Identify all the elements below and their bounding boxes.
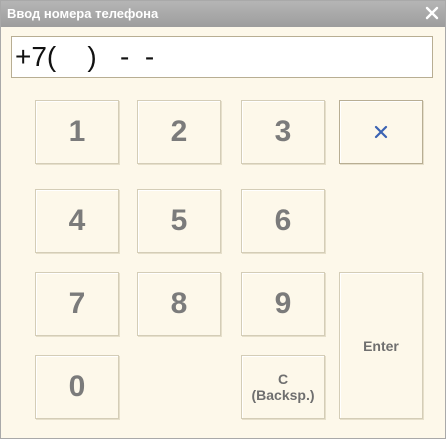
key-7-label: 7 [68, 287, 86, 320]
key-8-button[interactable]: 8 [137, 272, 221, 336]
enter-label: Enter [363, 337, 399, 354]
key-0-button[interactable]: 0 [35, 355, 119, 419]
phone-number-field[interactable]: +7( ) - - [11, 36, 433, 78]
backspace-label-line2: (Backsp.) [251, 387, 315, 403]
key-2-button[interactable]: 2 [137, 100, 221, 164]
title-bar: Ввод номера телефона [1, 1, 445, 27]
key-6-button[interactable]: 6 [241, 189, 325, 253]
key-4-label: 4 [68, 204, 86, 237]
key-8-label: 8 [170, 287, 188, 320]
phone-input-dialog: Ввод номера телефона +7( ) - - 1 2 3 4 5… [0, 0, 446, 439]
backspace-label-line1: C [277, 371, 289, 387]
close-icon [425, 6, 439, 20]
key-5-button[interactable]: 5 [137, 189, 221, 253]
key-2-label: 2 [170, 115, 188, 148]
clear-x-icon [374, 125, 388, 139]
key-0-label: 0 [68, 370, 86, 403]
key-7-button[interactable]: 7 [35, 272, 119, 336]
key-1-button[interactable]: 1 [35, 100, 119, 164]
window-title: Ввод номера телефона [7, 6, 159, 21]
key-9-button[interactable]: 9 [241, 272, 325, 336]
key-3-button[interactable]: 3 [241, 100, 325, 164]
close-button[interactable] [423, 4, 441, 22]
key-1-label: 1 [68, 115, 86, 148]
clear-button[interactable] [339, 100, 423, 164]
key-5-label: 5 [170, 204, 188, 237]
backspace-button[interactable]: C (Backsp.) [241, 355, 325, 419]
key-3-label: 3 [274, 115, 292, 148]
key-4-button[interactable]: 4 [35, 189, 119, 253]
key-9-label: 9 [274, 287, 292, 320]
key-6-label: 6 [274, 204, 292, 237]
enter-button[interactable]: Enter [339, 272, 423, 419]
